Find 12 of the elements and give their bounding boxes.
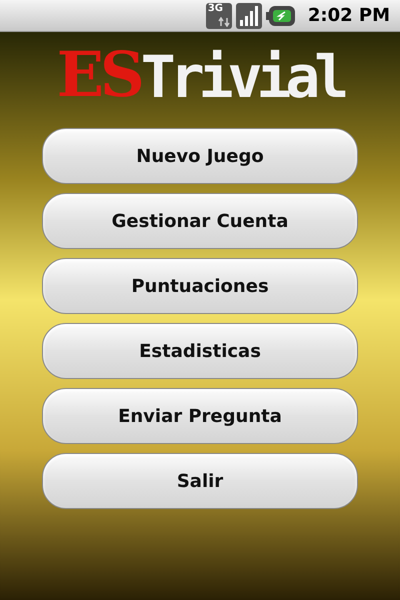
logo-accent: ES (56, 44, 141, 106)
menu-button[interactable]: Salir (42, 453, 358, 509)
logo-text: Trivial (140, 48, 344, 106)
menu-button[interactable]: Gestionar Cuenta (42, 193, 358, 249)
network-type-icon: 3G (206, 2, 232, 28)
clock: 2:02 PM (308, 4, 390, 28)
menu-button[interactable]: Estadisticas (42, 323, 358, 379)
menu-button[interactable]: Nuevo Juego (42, 128, 358, 184)
menu-button[interactable]: Enviar Pregunta (42, 388, 358, 444)
menu-button[interactable]: Puntuaciones (42, 258, 358, 314)
battery-icon (266, 4, 296, 26)
signal-icon (236, 2, 262, 28)
